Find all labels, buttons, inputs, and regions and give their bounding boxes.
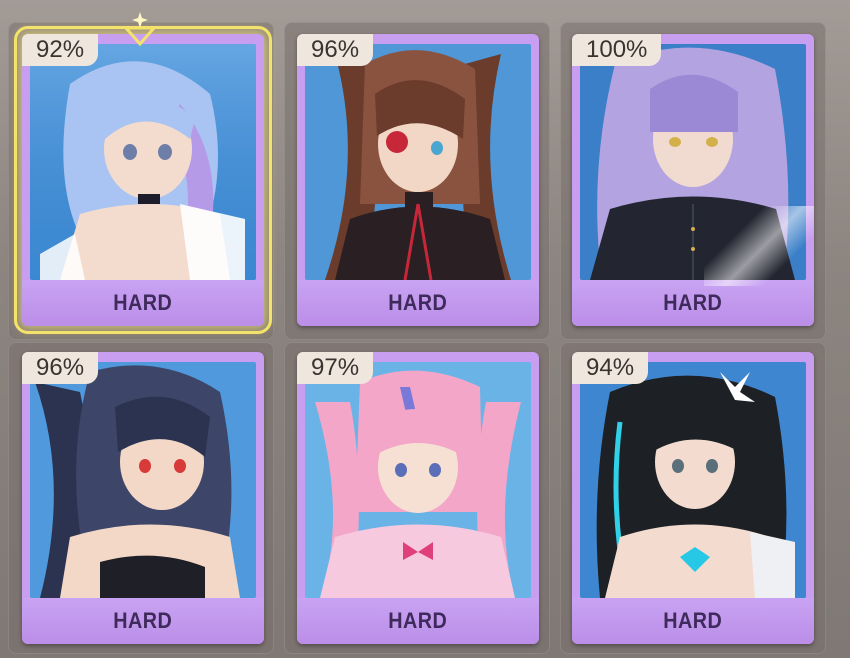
character-portrait (30, 362, 256, 598)
difficulty-bar: HARD (22, 598, 264, 644)
stage-card-1[interactable]: 92% HARD (14, 26, 272, 334)
character-portrait (305, 44, 531, 280)
difficulty-bar: HARD (297, 280, 539, 326)
stage-card-6[interactable]: 94% HARD (572, 352, 814, 644)
character-portrait (30, 44, 256, 280)
difficulty-label: HARD (113, 608, 173, 633)
difficulty-label: HARD (388, 290, 448, 315)
selected-marker-icon (122, 12, 158, 47)
difficulty-bar: HARD (297, 598, 539, 644)
difficulty-bar: HARD (22, 280, 264, 326)
difficulty-label: HARD (113, 290, 173, 315)
stage-select-screen: 92% HARD 96% HARD 100% HARD 96% HARD 97%… (0, 0, 850, 658)
completion-badge: 92% (22, 34, 99, 66)
difficulty-label: HARD (663, 290, 723, 315)
completion-badge: 96% (297, 34, 374, 66)
stage-card-2[interactable]: 96% HARD (297, 34, 539, 326)
stage-card-4[interactable]: 96% HARD (22, 352, 264, 644)
character-portrait (580, 362, 806, 598)
completion-badge: 97% (297, 352, 374, 384)
completion-badge: 94% (572, 352, 649, 384)
completion-badge: 100% (572, 34, 662, 66)
difficulty-label: HARD (388, 608, 448, 633)
stage-card-5[interactable]: 97% HARD (297, 352, 539, 644)
difficulty-bar: HARD (572, 598, 814, 644)
stage-card-3[interactable]: 100% HARD (572, 34, 814, 326)
difficulty-bar: HARD (572, 280, 814, 326)
character-portrait (305, 362, 531, 598)
completion-badge: 96% (22, 352, 99, 384)
character-portrait (580, 44, 806, 280)
difficulty-label: HARD (663, 608, 723, 633)
